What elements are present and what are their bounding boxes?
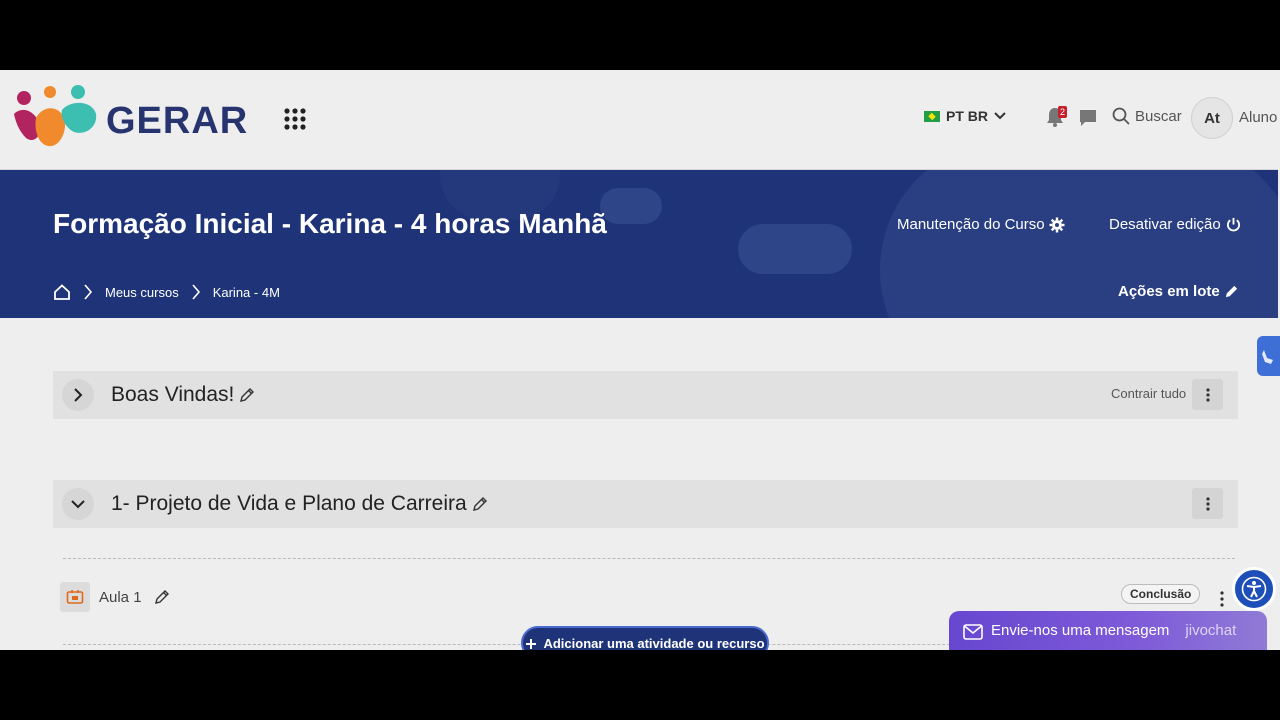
section-expand-toggle[interactable] [62,379,94,411]
course-maintenance-link[interactable]: Manutenção do Curso [897,216,1065,233]
disable-editing-button[interactable]: Desativar edição [1109,216,1241,233]
section-title-text: Boas Vindas! [111,383,235,406]
hand-icon [1262,350,1273,364]
accessibility-sign-language-tab[interactable] [1257,336,1280,376]
course-section-welcome: Boas Vindas! Contrair tudo [53,371,1238,419]
chevron-right-icon [74,388,83,402]
breadcrumb-current-course[interactable]: Karina - 4M [213,285,280,300]
gerar-logo[interactable] [12,84,98,152]
lesson-icon [60,582,90,612]
top-navbar: GERAR PT BR 2 Buscar At Aluno [0,70,1278,170]
add-activity-label: Adicionar uma atividade ou recurso [543,636,765,650]
course-section-life-project: 1- Projeto de Vida e Plano de Carreira [53,480,1238,528]
decorative-shape [600,188,662,224]
gear-icon [1049,217,1065,232]
accessibility-button[interactable] [1232,567,1276,611]
breadcrumb-my-courses[interactable]: Meus cursos [105,285,179,300]
activity-name[interactable]: Aula 1 [99,589,142,606]
browser-viewport: GERAR PT BR 2 Buscar At Aluno Formação I… [0,70,1280,650]
course-maintenance-label: Manutenção do Curso [897,216,1045,233]
course-title: Formação Inicial - Karina - 4 horas Manh… [53,208,607,239]
section-collapse-toggle[interactable] [62,488,94,520]
apps-grid-icon[interactable] [284,108,306,130]
decorative-shape [738,224,852,274]
activity-menu-icon[interactable] [1214,590,1230,608]
messages-icon[interactable] [1078,108,1098,128]
chevron-down-icon [994,112,1006,120]
language-selector[interactable]: PT BR [924,108,1006,124]
chat-brand-label: jivochat [1185,622,1237,639]
edit-pencil-icon[interactable] [154,589,170,605]
edit-pencil-icon[interactable] [239,387,255,403]
section-menu-button[interactable] [1192,488,1223,519]
search-button[interactable]: Buscar [1112,107,1182,125]
section-title[interactable]: Boas Vindas! [111,383,255,407]
section-menu-button[interactable] [1192,379,1223,410]
chat-message-label: Envie-nos uma mensagem [991,622,1170,639]
section-title-text: 1- Projeto de Vida e Plano de Carreira [111,492,467,515]
bulk-actions-label: Ações em lote [1118,283,1220,300]
envelope-icon [963,624,983,640]
user-name[interactable]: Aluno [1239,109,1277,126]
completion-button[interactable]: Conclusão [1121,584,1201,604]
user-avatar[interactable]: At [1191,97,1233,139]
language-label: PT BR [946,108,988,124]
power-icon [1226,217,1240,232]
disable-editing-label: Desativar edição [1109,216,1221,233]
chevron-right-icon [84,284,93,300]
activity-item[interactable]: Aula 1 [60,582,170,612]
accessibility-icon [1241,576,1267,602]
brazil-flag-icon [924,110,940,122]
search-icon [1112,107,1130,125]
section-title[interactable]: 1- Projeto de Vida e Plano de Carreira [111,492,488,516]
search-label: Buscar [1135,107,1182,125]
kebab-menu-icon [1205,387,1210,402]
chevron-right-icon [192,284,200,300]
kebab-menu-icon [1205,496,1210,511]
section-divider [63,558,1235,559]
notification-count-badge: 2 [1058,106,1068,118]
edit-pencil-icon[interactable] [472,496,488,512]
collapse-all-link[interactable]: Contrair tudo [1111,386,1186,401]
chevron-down-icon [71,500,85,509]
brand-name: GERAR [106,100,249,142]
jivochat-widget[interactable]: Envie-nos uma mensagem jivochat [949,611,1267,650]
bulk-actions-button[interactable]: Ações em lote [1118,283,1239,300]
plus-icon [526,639,537,649]
course-header-banner: Formação Inicial - Karina - 4 horas Manh… [0,170,1278,318]
add-activity-button[interactable]: Adicionar uma atividade ou recurso [521,626,769,650]
pencil-icon [1225,285,1237,298]
breadcrumb: Meus cursos Karina - 4M [53,284,280,300]
home-icon[interactable] [53,284,71,300]
